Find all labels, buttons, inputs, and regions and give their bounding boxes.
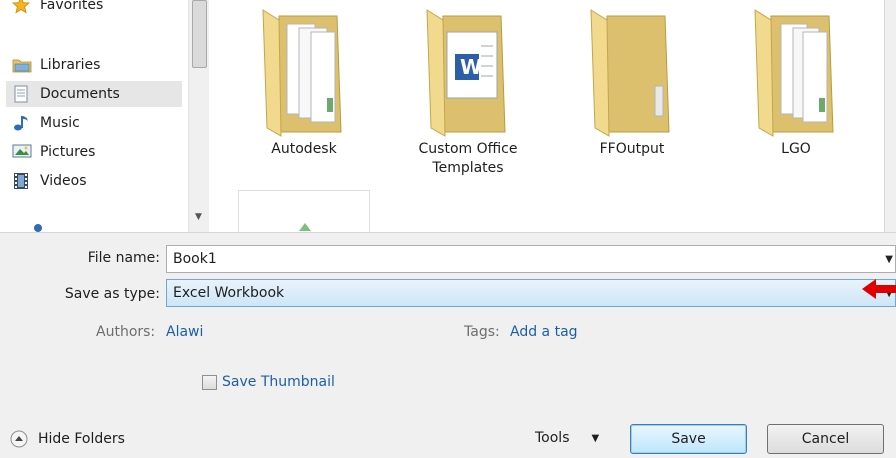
nav-item-music[interactable]: Music [12, 110, 80, 136]
save-options-panel: File name: Book1 ▼ Save as type: Excel W… [0, 232, 896, 458]
nav-item-label: Music [40, 115, 80, 131]
nav-item-label: Pictures [40, 144, 96, 160]
nav-item-videos[interactable]: Videos [12, 168, 87, 194]
folder-icon [262, 9, 342, 137]
filename-input[interactable]: Book1 ▼ [166, 245, 896, 273]
save-thumbnail-checkbox[interactable] [202, 375, 217, 390]
file-thumbnail[interactable] [238, 190, 370, 232]
chevron-down-icon: ▼ [591, 432, 600, 444]
libraries-icon [12, 56, 34, 74]
tags-label: Tags: [464, 324, 500, 340]
navigation-pane: Favorites Libraries Documents Music Pict [0, 0, 188, 232]
chevron-down-icon[interactable]: ▼ [885, 254, 893, 265]
save-button[interactable]: Save [630, 424, 747, 454]
tools-button[interactable]: Tools ▼ [535, 430, 599, 446]
nav-scrollbar[interactable]: ▼ [188, 0, 209, 232]
file-browser-pane: Favorites Libraries Documents Music Pict [0, 0, 896, 232]
folder-lgo[interactable]: LGO [726, 6, 866, 159]
scroll-down-icon[interactable]: ▼ [195, 212, 202, 222]
nav-item-documents[interactable]: Documents [6, 81, 182, 107]
authors-label: Authors: [96, 324, 156, 340]
pictures-icon [12, 143, 34, 161]
tools-label: Tools [535, 430, 570, 446]
savetype-label: Save as type: [64, 286, 160, 302]
nav-item-label: Documents [40, 86, 120, 102]
savetype-select[interactable]: Excel Workbook ▼ [166, 279, 896, 307]
hide-folders-button[interactable]: Hide Folders [10, 430, 125, 448]
annotation-arrow-icon [862, 279, 896, 299]
nav-favorites-label: Favorites [40, 0, 104, 13]
folder-label: LGO [781, 141, 811, 157]
videos-icon [12, 172, 34, 190]
filename-value: Book1 [173, 251, 217, 267]
folder-label: Custom Office Templates [418, 141, 518, 176]
computer-icon [34, 224, 42, 232]
content-scrollbar[interactable] [884, 0, 896, 232]
folder-icon: W [426, 9, 506, 137]
file-thumb-icon [299, 223, 311, 231]
nav-scrollbar-thumb[interactable] [192, 0, 207, 68]
folder-label: FFOutput [599, 141, 665, 157]
tags-input[interactable]: Add a tag [510, 324, 578, 340]
documents-icon [12, 85, 34, 103]
folder-icon [590, 9, 670, 137]
star-icon [12, 0, 34, 14]
folder-ffoutput[interactable]: FFOutput [562, 6, 702, 159]
folder-icon [754, 9, 834, 137]
folder-label: Autodesk [271, 141, 337, 157]
nav-item-label: Videos [40, 173, 87, 189]
authors-value[interactable]: Alawi [166, 324, 203, 340]
folder-autodesk[interactable]: Autodesk [234, 6, 374, 159]
filename-label: File name: [87, 250, 160, 266]
music-icon [12, 114, 34, 132]
folder-grid: Autodesk W Custom Office Templates FFOut… [208, 0, 896, 232]
nav-libraries-label: Libraries [40, 57, 101, 73]
chevron-up-circle-icon [10, 430, 28, 448]
save-thumbnail-label[interactable]: Save Thumbnail [222, 374, 335, 390]
cancel-button[interactable]: Cancel [767, 424, 884, 454]
svg-text:W: W [460, 55, 482, 79]
savetype-value: Excel Workbook [173, 285, 285, 301]
nav-favorites[interactable]: Favorites [12, 0, 103, 18]
nav-libraries[interactable]: Libraries [12, 52, 100, 78]
folder-custom-office-templates[interactable]: W Custom Office Templates [398, 6, 538, 178]
nav-item-pictures[interactable]: Pictures [12, 139, 95, 165]
hide-folders-label: Hide Folders [38, 431, 125, 447]
